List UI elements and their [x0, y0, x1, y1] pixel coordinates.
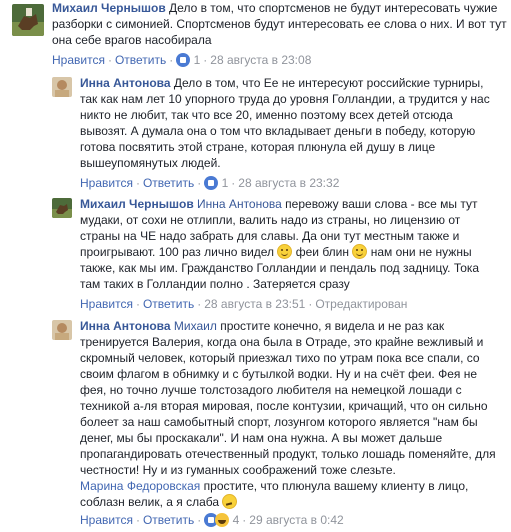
- comment-body: Михаил Чернышов Дело в том, что спортсме…: [52, 0, 507, 48]
- comment-author[interactable]: Инна Антонова: [80, 76, 171, 90]
- like-icon[interactable]: [204, 176, 219, 190]
- separator: ·: [231, 176, 236, 190]
- edited-label[interactable]: Отредактирован: [315, 297, 407, 311]
- comment-actions: Нравится · Ответить · 4 · 29 августа в 0:42: [80, 512, 344, 528]
- smile-emoji-icon: [352, 244, 368, 259]
- comment-body: Инна Антонова Дело в том, что Ее не инте…: [80, 75, 500, 171]
- separator: ·: [135, 513, 140, 527]
- avatar[interactable]: [52, 198, 72, 218]
- comment-date[interactable]: 28 августа в 23:08: [210, 53, 311, 67]
- avatar[interactable]: [12, 4, 44, 36]
- comment-author[interactable]: Михаил Чернышов: [80, 197, 194, 211]
- comment-date[interactable]: 28 августа в 23:32: [238, 176, 339, 190]
- comment-4: Инна Антонова Михаил простите конечно, я…: [52, 318, 507, 530]
- like-button[interactable]: Нравится: [80, 513, 133, 527]
- comment-actions: Нравится · Ответить · 1 · 28 августа в 23:32: [80, 175, 339, 191]
- comment-1: Михаил Чернышов Дело в том, что спортсме…: [12, 0, 507, 68]
- like-button[interactable]: Нравится: [80, 297, 133, 311]
- reply-button[interactable]: Ответить: [115, 53, 166, 67]
- separator: ·: [242, 513, 247, 527]
- comment-text: феи блин: [295, 245, 349, 259]
- thinking-emoji-icon: [222, 494, 238, 509]
- separator: ·: [135, 297, 140, 311]
- like-count[interactable]: 4: [233, 513, 240, 527]
- comment-author[interactable]: Михаил Чернышов: [52, 1, 166, 15]
- separator: ·: [308, 297, 313, 311]
- comment-text: Дело в том, что Ее не интересуют российс…: [80, 76, 490, 170]
- comment-mention[interactable]: Михаил: [174, 319, 217, 333]
- comment-2: Инна Антонова Дело в том, что Ее не инте…: [52, 75, 507, 195]
- smile-emoji-icon: [277, 244, 293, 259]
- avatar[interactable]: [52, 77, 72, 97]
- avatar[interactable]: [52, 320, 72, 340]
- separator: ·: [203, 53, 208, 67]
- comment-body: Михаил Чернышов Инна Антонова перевожу в…: [80, 196, 500, 292]
- comment-actions: Нравится · Ответить · 1 · 28 августа в 23:08: [52, 52, 311, 68]
- separator: ·: [107, 53, 112, 67]
- separator: ·: [169, 53, 174, 67]
- comment-date[interactable]: 29 августа в 0:42: [249, 513, 343, 527]
- comment-3: Михаил Чернышов Инна Антонова перевожу в…: [52, 196, 507, 314]
- like-button[interactable]: Нравится: [52, 53, 105, 67]
- reply-button[interactable]: Ответить: [143, 297, 194, 311]
- haha-icon[interactable]: [215, 513, 230, 527]
- separator: ·: [197, 513, 202, 527]
- separator: ·: [135, 176, 140, 190]
- comment-mention[interactable]: Инна Антонова: [197, 197, 282, 211]
- comment-actions: Нравится · Ответить · 28 августа в 23:51 · Отр…: [80, 296, 407, 312]
- like-button[interactable]: Нравится: [80, 176, 133, 190]
- separator: ·: [197, 176, 202, 190]
- like-count[interactable]: 1: [194, 53, 201, 67]
- comment-body: Инна Антонова Михаил простите конечно, я…: [80, 318, 500, 510]
- separator: ·: [197, 297, 202, 311]
- quoted-mention[interactable]: Марина Федоровская: [80, 479, 200, 493]
- comment-text: простите конечно, я видела и не раз как …: [80, 319, 496, 477]
- reply-button[interactable]: Ответить: [143, 176, 194, 190]
- comment-date[interactable]: 28 августа в 23:51: [204, 297, 305, 311]
- like-count[interactable]: 1: [222, 176, 229, 190]
- comment-author[interactable]: Инна Антонова: [80, 319, 171, 333]
- reply-button[interactable]: Ответить: [143, 513, 194, 527]
- like-icon[interactable]: [176, 53, 191, 67]
